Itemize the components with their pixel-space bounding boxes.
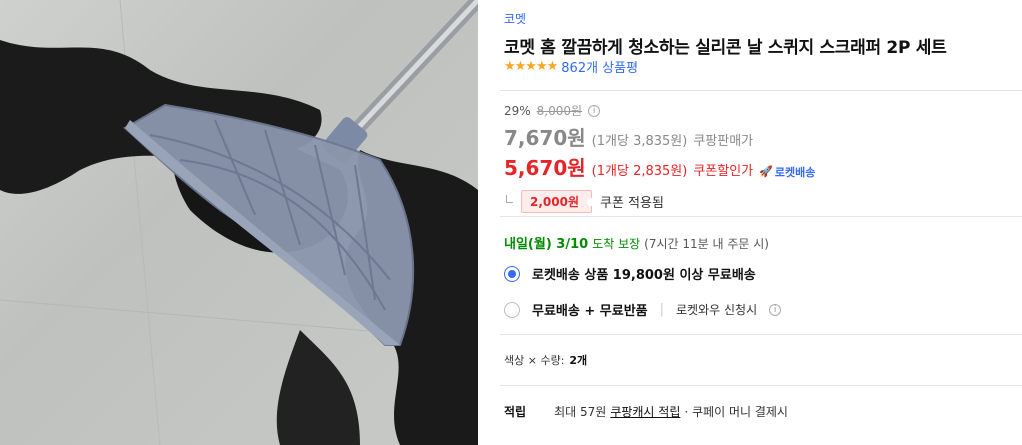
rocket-delivery-badge: 🚀 로켓배송 bbox=[759, 164, 815, 180]
coupon-price: 5,670원 bbox=[504, 156, 586, 180]
reward-suffix: · 쿠페이 머니 결제시 bbox=[684, 405, 788, 419]
separator: | bbox=[659, 302, 665, 317]
seller-price-label: 쿠팡판매가 bbox=[693, 134, 754, 149]
brand-link[interactable]: 코멧 bbox=[504, 10, 526, 27]
original-price: 8,000원 bbox=[536, 104, 583, 118]
coupon-chip: 2,000원 bbox=[521, 190, 592, 213]
sale-price-row: 7,670원 (1개당 3,835원) 쿠팡판매가 bbox=[504, 122, 815, 151]
product-image bbox=[0, 0, 478, 445]
coupon-price-row: 5,670원 (1개당 2,835원) 쿠폰할인가 🚀 로켓배송 bbox=[504, 152, 815, 181]
divider bbox=[500, 216, 1022, 217]
radio-unselected-icon[interactable] bbox=[504, 301, 520, 318]
coupon-unit-price: (1개당 2,835원) bbox=[591, 164, 688, 179]
shipping-option-rocket[interactable]: 로켓배송 상품 19,800원 이상 무료배송 bbox=[504, 264, 756, 283]
reward-label: 적립 bbox=[504, 405, 527, 419]
delivery-guarantee: 도착 보장 bbox=[592, 237, 641, 251]
divider bbox=[500, 334, 1022, 335]
product-title: 코멧 홈 깔끔하게 청소하는 실리콘 날 스퀴지 스크래퍼 2P 세트 bbox=[504, 38, 947, 58]
divider bbox=[500, 90, 1022, 91]
delivery-note: (7시간 11분 내 주문 시) bbox=[644, 237, 769, 251]
reward-body: 최대 57원 쿠팡캐시 적립 · 쿠페이 머니 결제시 bbox=[554, 403, 788, 420]
divider bbox=[500, 385, 1022, 386]
shipping-option-label: 무료배송 + 무료반품 bbox=[532, 304, 648, 319]
rating-row: ★★★★★ 862개 상품평 bbox=[504, 57, 638, 76]
coupon-applied-text: 쿠폰 적용됨 bbox=[600, 196, 664, 211]
info-icon[interactable]: i bbox=[588, 104, 601, 117]
reward-row: 적립 최대 57원 쿠팡캐시 적립 · 쿠페이 머니 결제시 bbox=[504, 403, 788, 420]
delivery-info: 내일(월) 3/10 도착 보장 (7시간 11분 내 주문 시) bbox=[504, 233, 769, 252]
star-rating-icon: ★★★★★ bbox=[504, 59, 558, 74]
rocket-icon: 🚀 bbox=[759, 165, 773, 178]
shipping-option-free[interactable]: 무료배송 + 무료반품 | 로켓와우 신청시 i bbox=[504, 300, 782, 319]
delivery-date: 내일(월) 3/10 bbox=[504, 237, 589, 252]
coupang-cash-link[interactable]: 쿠팡캐시 적립 bbox=[610, 403, 680, 420]
price-block: 29% 8,000원 i 7,670원 (1개당 3,835원) 쿠팡판매가 5… bbox=[504, 102, 815, 213]
shipping-option-label: 로켓배송 상품 19,800원 이상 무료배송 bbox=[532, 268, 756, 283]
squeegee-illustration bbox=[0, 0, 478, 445]
variant-summary: 색상 × 수량: 2개 bbox=[504, 352, 587, 368]
variant-label: 색상 × 수량: bbox=[504, 354, 565, 367]
discount-row: 29% 8,000원 i bbox=[504, 102, 815, 119]
product-info-panel: 코멧 코멧 홈 깔끔하게 청소하는 실리콘 날 스퀴지 스크래퍼 2P 세트 ★… bbox=[500, 0, 1022, 445]
review-count-link[interactable]: 862개 상품평 bbox=[561, 57, 638, 76]
rocket-wow-note: 로켓와우 신청시 bbox=[676, 303, 758, 317]
discount-rate: 29% bbox=[504, 103, 531, 118]
coupon-price-label: 쿠폰할인가 bbox=[693, 164, 754, 179]
connector-line bbox=[506, 194, 513, 203]
sale-price: 7,670원 bbox=[504, 126, 586, 150]
radio-selected-icon[interactable] bbox=[504, 265, 520, 282]
reward-prefix: 최대 57원 bbox=[554, 405, 607, 419]
rocket-label: 로켓배송 bbox=[774, 165, 816, 179]
coupon-applied-row: 2,000원 쿠폰 적용됨 bbox=[504, 190, 815, 213]
info-icon[interactable]: i bbox=[769, 303, 782, 316]
variant-value: 2개 bbox=[569, 354, 588, 367]
sale-unit-price: (1개당 3,835원) bbox=[591, 134, 688, 149]
